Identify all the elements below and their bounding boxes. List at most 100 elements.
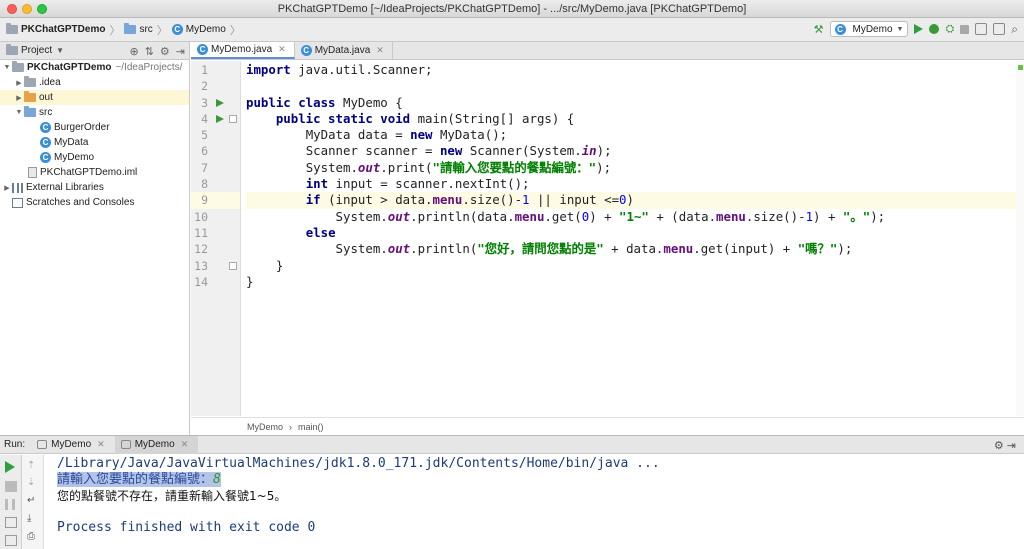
console-toolbar: ⇡ ⇣ ↵ ⤓ ⎙ — [22, 455, 44, 549]
code-text: ) + — [813, 208, 843, 224]
coverage-icon[interactable]: ⛭ — [945, 23, 954, 36]
print-icon[interactable]: ⎙ — [27, 531, 39, 542]
tree-item-out[interactable]: ▶ out — [0, 90, 189, 105]
stop-icon[interactable] — [960, 24, 970, 34]
chevron-right-icon: 〉 — [109, 24, 121, 37]
breadcrumb-method[interactable]: main() — [298, 422, 324, 432]
tab-mydata-java[interactable]: C MyData.java ✕ — [295, 42, 393, 59]
breadcrumb-class[interactable]: MyDemo — [247, 422, 283, 432]
number-literal: 1 — [522, 192, 530, 208]
tree-item-burgerorder[interactable]: C BurgerOrder — [0, 120, 189, 135]
gutter-line: 1 — [191, 62, 240, 78]
java-class-icon: C — [40, 152, 51, 163]
field: menu — [514, 208, 545, 224]
run-tab-mydemo-1[interactable]: MyDemo ✕ — [31, 436, 115, 454]
code-text: } — [275, 257, 284, 273]
title-bar: PKChatGPTDemo [~/IdeaProjects/PKChatGPTD… — [0, 0, 1024, 18]
keyword: public static void — [275, 110, 411, 126]
breadcrumb-mydemo[interactable]: C MyDemo 〉 — [171, 22, 241, 38]
run-icon[interactable] — [914, 24, 924, 34]
tree-item-external-libraries[interactable]: ▶ External Libraries — [0, 180, 189, 195]
run-tab-label: MyDemo — [134, 439, 175, 450]
line-number: 5 — [201, 128, 208, 143]
expanded-arrow-icon[interactable]: ▼ — [14, 109, 24, 116]
line-number: 6 — [201, 144, 208, 159]
run-gutter-icon[interactable] — [216, 114, 224, 123]
stop-icon[interactable] — [5, 481, 17, 492]
fold-icon[interactable] — [229, 114, 237, 123]
arrow-down-icon[interactable]: ⇣ — [27, 477, 39, 488]
project-structure-icon[interactable] — [975, 23, 988, 35]
pause-icon[interactable] — [5, 499, 15, 510]
run-panel-header: Run: MyDemo ✕ MyDemo ✕ ⚙ ⇥ — [0, 435, 1024, 454]
exit-icon[interactable] — [5, 535, 17, 546]
rerun-icon[interactable] — [5, 461, 15, 473]
line-number: 9 — [201, 193, 208, 208]
tree-item-src[interactable]: ▼ src — [0, 105, 189, 120]
code-editor[interactable]: import java.util.Scanner; public class M… — [241, 61, 1024, 416]
collapse-icon[interactable]: ⇅ — [145, 45, 154, 58]
tree-item-mydata[interactable]: C MyData — [0, 135, 189, 150]
console-prompt-text: 請輸入您要點的餐點編號： — [57, 472, 214, 487]
code-text: ); — [596, 159, 612, 175]
locate-icon[interactable]: ⊕ — [129, 45, 138, 58]
wrap-icon[interactable]: ↵ — [27, 495, 39, 506]
project-panel-title[interactable]: Project — [21, 45, 52, 56]
close-icon[interactable]: ✕ — [181, 439, 189, 450]
close-icon[interactable]: ✕ — [376, 45, 384, 56]
tree-item-mydemo[interactable]: C MyDemo — [0, 150, 189, 165]
gear-icon[interactable]: ⚙ — [160, 45, 170, 58]
code-text: MyData data = — [305, 127, 411, 143]
collapsed-arrow-icon[interactable]: ▶ — [14, 79, 24, 87]
layout-icon[interactable] — [993, 23, 1006, 35]
run-configuration-select[interactable]: C MyDemo ▼ — [829, 21, 909, 37]
tree-item-project-root[interactable]: ▼ PKChatGPTDemo ~/IdeaProjects/ — [0, 60, 189, 75]
expanded-arrow-icon[interactable]: ▼ — [2, 64, 12, 71]
tree-item-scratches[interactable]: Scratches and Consoles — [0, 195, 189, 210]
gutter-line: 3 — [191, 95, 240, 111]
search-icon[interactable]: ⌕ — [1011, 22, 1018, 37]
console-blank — [57, 504, 1024, 520]
iml-file-icon — [28, 167, 37, 178]
arrow-up-icon[interactable]: ⇡ — [27, 460, 39, 471]
tree-item-iml[interactable]: PKChatGPTDemo.iml — [0, 165, 189, 180]
keyword: int — [305, 176, 329, 192]
scroll-end-icon[interactable]: ⤓ — [27, 513, 39, 524]
debug-icon[interactable] — [929, 24, 940, 34]
camera-icon[interactable] — [5, 517, 17, 528]
close-icon[interactable]: ✕ — [278, 44, 286, 55]
collapsed-arrow-icon[interactable]: ▶ — [2, 184, 12, 192]
run-gutter-icon[interactable] — [216, 98, 224, 107]
code-line: } — [246, 258, 1024, 274]
run-tab-mydemo-2[interactable]: MyDemo ✕ — [114, 435, 199, 454]
code-text: java.util.Scanner; — [290, 62, 433, 77]
folder-icon — [24, 106, 36, 117]
breadcrumb-project[interactable]: PKChatGPTDemo 〉 — [6, 22, 120, 38]
fold-icon[interactable] — [229, 261, 237, 270]
gutter-line: 8 — [191, 176, 240, 192]
close-icon[interactable]: ✕ — [97, 439, 105, 450]
gear-icon[interactable]: ⚙ ⇥ — [994, 439, 1016, 452]
line-number: 4 — [201, 111, 208, 126]
console-prompt-line: 請輸入您要點的餐點編號：8 — [57, 472, 1024, 488]
hide-icon[interactable]: ⇥ — [176, 45, 185, 58]
build-hammer-icon[interactable]: ⚒ — [814, 23, 824, 36]
console-icon — [37, 440, 48, 449]
console-icon — [120, 440, 131, 449]
string-literal: "1~" — [619, 208, 649, 224]
chevron-down-icon[interactable]: ▼ — [56, 46, 64, 55]
line-number-gutter[interactable]: 1 2 3 4 5 6 7 8 9 10 11 12 13 14 — [191, 61, 241, 416]
code-text: .size()- — [745, 208, 806, 224]
collapsed-arrow-icon[interactable]: ▶ — [14, 94, 24, 102]
tree-item-idea[interactable]: ▶ .idea — [0, 75, 189, 90]
code-line: import java.util.Scanner; — [246, 62, 1024, 78]
console-output[interactable]: /Library/Java/JavaVirtualMachines/jdk1.8… — [57, 456, 1024, 536]
line-number: 11 — [194, 225, 208, 240]
breadcrumb-src[interactable]: src 〉 — [124, 22, 168, 38]
keyword: import — [246, 62, 291, 77]
gutter-line: 10 — [191, 209, 240, 225]
code-text: .size()- — [462, 192, 523, 208]
editor-scrollbar[interactable] — [1016, 61, 1024, 416]
toolbar-right: ⚒ C MyDemo ▼ ⛭ ⌕ — [814, 21, 1018, 37]
tab-mydemo-java[interactable]: C MyDemo.java ✕ — [191, 42, 295, 59]
